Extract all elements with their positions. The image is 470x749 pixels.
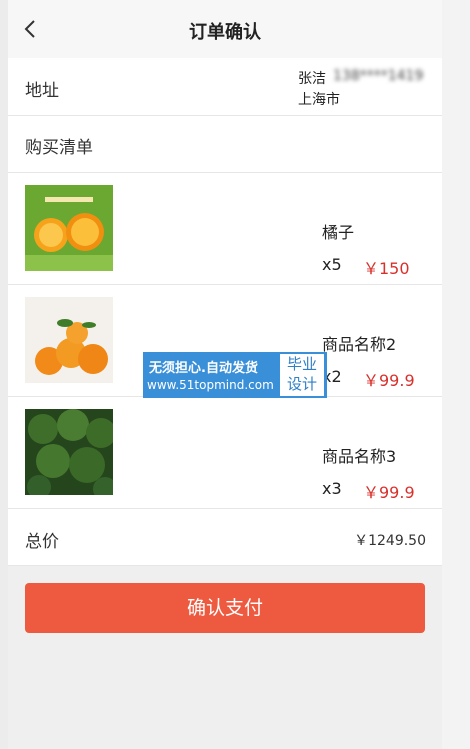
- product-image-broccoli: [25, 409, 113, 495]
- nav-bar: 订单确认: [8, 0, 442, 58]
- page-title: 订单确认: [189, 22, 261, 43]
- watermark-banner: 无须担心.自动发货 www.51topmind.com 毕业 设计: [143, 352, 327, 398]
- product-price: ￥99.9: [363, 371, 415, 390]
- total-row: 总价 ￥1249.50: [8, 509, 442, 566]
- recipient-phone: 138****1419: [333, 68, 424, 84]
- watermark-badge-line2: 设计: [286, 375, 317, 393]
- watermark-badge: 毕业 设计: [280, 354, 324, 396]
- confirm-pay-button[interactable]: 确认支付: [25, 583, 425, 633]
- list-item[interactable]: 橘子 x5 ￥150: [8, 173, 442, 285]
- total-label: 总价: [25, 532, 59, 552]
- total-value: ￥1249.50: [354, 533, 426, 549]
- product-image-tangerines: [25, 297, 113, 383]
- watermark-text: 无须担心.自动发货 www.51topmind.com: [143, 352, 279, 398]
- product-name: 商品名称2: [322, 335, 397, 354]
- product-qty: x3: [322, 479, 342, 498]
- product-qty: x5: [322, 255, 342, 274]
- list-item[interactable]: 商品名称3 x3 ￥99.9: [8, 397, 442, 509]
- watermark-slogan: 无须担心.自动发货: [149, 361, 258, 376]
- product-name: 橘子: [322, 223, 355, 242]
- product-price: ￥99.9: [363, 483, 415, 502]
- recipient-city: 上海市: [298, 92, 340, 108]
- watermark-badge-line1: 毕业: [286, 355, 317, 373]
- product-name: 商品名称3: [322, 447, 397, 466]
- cart-label: 购买清单: [25, 138, 93, 158]
- address-row[interactable]: 地址 张洁 138****1419 上海市: [8, 58, 442, 116]
- address-label: 地址: [25, 81, 59, 101]
- recipient-name: 张洁: [298, 71, 326, 87]
- cart-header-row: 购买清单: [8, 116, 442, 173]
- product-price: ￥150: [363, 259, 410, 278]
- watermark-url: www.51topmind.com: [147, 378, 274, 392]
- product-image-oranges: [25, 185, 113, 271]
- side-gutter: [442, 0, 470, 749]
